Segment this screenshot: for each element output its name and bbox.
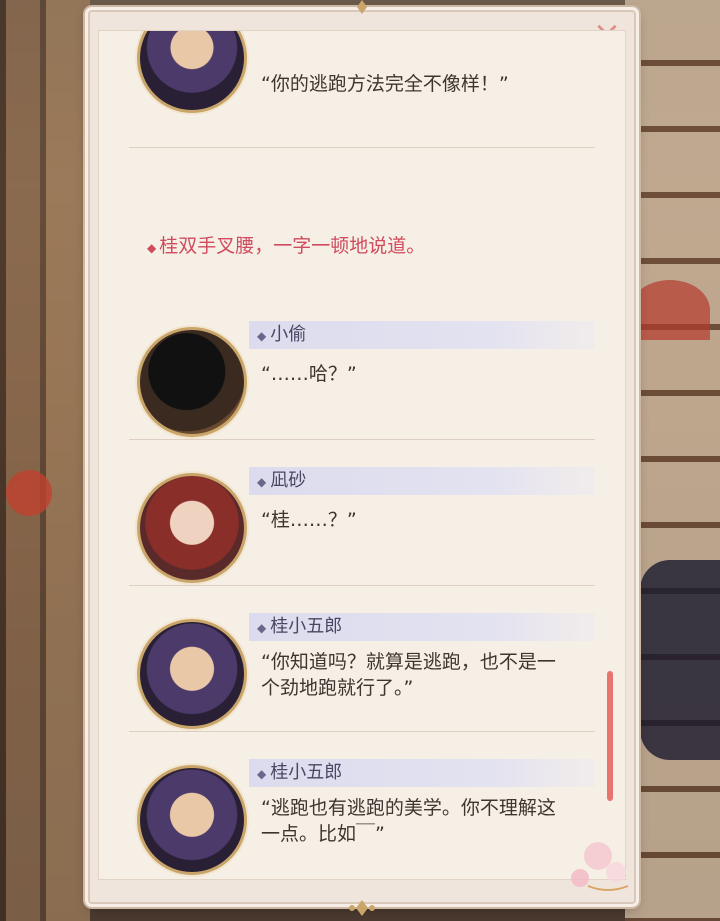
background-left-building xyxy=(0,0,90,921)
dialogue-line: “……哈？” xyxy=(261,363,357,385)
background-umbrella xyxy=(630,280,710,340)
speaker-name: ◆ 桂小五郎 xyxy=(257,616,343,637)
log-scroll-area[interactable]: “你的逃跑方法完全不像样！” ◆ 桂双手叉腰，一字一顿地说道。 ◆ 小偷 “……哈？… xyxy=(98,30,626,880)
speaker-name: ◆ 凪砂 xyxy=(257,470,307,491)
narration-line: ◆ 桂双手叉腰，一字一顿地说道。 xyxy=(147,233,425,261)
bottom-ornament-icon xyxy=(349,900,375,916)
diamond-bullet-icon: ◆ xyxy=(257,621,267,635)
divider xyxy=(129,147,595,148)
divider xyxy=(129,439,595,440)
nagisa-portrait-avatar xyxy=(137,473,247,583)
narration-text: 桂双手叉腰，一字一顿地说道。 xyxy=(159,235,426,257)
diamond-bullet-icon: ◆ xyxy=(257,767,267,781)
diamond-bullet-icon: ◆ xyxy=(257,475,267,489)
background-character-robe xyxy=(640,560,720,760)
speaker-name: ◆ 桂小五郎 xyxy=(257,762,343,783)
speaker-name: ◆ 小偷 xyxy=(257,324,307,345)
dialogue-line: “桂……？” xyxy=(261,509,357,531)
katsura-portrait-avatar xyxy=(137,619,247,729)
divider xyxy=(129,731,595,732)
top-ornament-icon xyxy=(357,0,367,14)
dialogue-log-window: × “你的逃跑方法完全不像样！” ◆桂双手叉腰，一字一顿地说道。 ◆小偷 “……… xyxy=(88,0,636,916)
katsura-portrait-avatar xyxy=(137,765,247,875)
sakura-decoration-icon xyxy=(571,842,629,891)
divider xyxy=(129,585,595,586)
dialogue-line: “你的逃跑方法完全不像样！” xyxy=(261,73,509,95)
background-lantern xyxy=(6,470,52,516)
dialogue-line: “逃跑也有逃跑的美学。你不理解这一点。比如￣” xyxy=(261,797,556,845)
scrollbar-thumb[interactable] xyxy=(607,671,613,801)
diamond-bullet-icon: ◆ xyxy=(257,329,267,343)
background-right-building xyxy=(625,0,720,921)
katsura-portrait-avatar xyxy=(137,31,247,113)
silhouette-portrait-avatar xyxy=(137,327,247,437)
diamond-bullet-icon: ◆ xyxy=(147,241,157,255)
dialogue-line: “你知道吗？就算是逃跑，也不是一个劲地跑就行了。” xyxy=(261,651,556,699)
